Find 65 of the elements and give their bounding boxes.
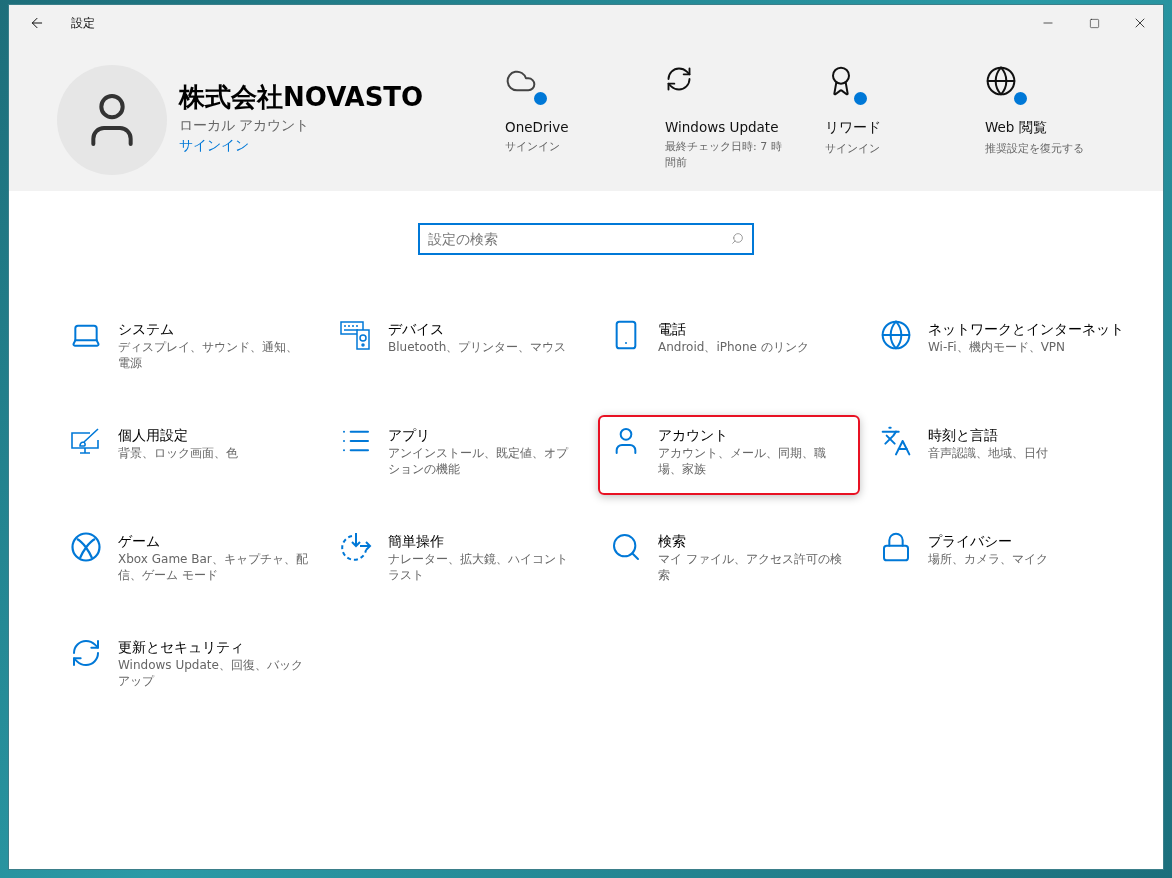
- category-title: 電話: [658, 320, 687, 339]
- window-title: 設定: [71, 14, 96, 32]
- category-item[interactable]: 更新とセキュリティ Windows Update、回復、バックアップ: [58, 627, 320, 707]
- shortcut-subtitle: サインイン: [825, 141, 881, 157]
- globe-icon[interactable]: [985, 65, 1017, 97]
- category-title: デバイス: [388, 320, 445, 339]
- category-item[interactable]: プライバシー 場所、カメラ、マイク: [868, 521, 1130, 601]
- category-item[interactable]: システム ディスプレイ、サウンド、通知、電源: [58, 309, 320, 389]
- lock-icon: [880, 531, 912, 563]
- category-title: アプリ: [388, 426, 431, 445]
- category-description: ナレーター、拡大鏡、ハイコントラスト: [388, 551, 569, 583]
- category-title: 更新とセキュリティ: [118, 638, 245, 657]
- refresh-icon: [70, 637, 102, 669]
- maximize-icon: [1088, 17, 1100, 29]
- category-description: Windows Update、回復、バックアップ: [118, 657, 304, 689]
- category-title: 検索: [658, 532, 687, 551]
- category-description: ディスプレイ、サウンド、通知、電源: [118, 339, 299, 371]
- shortcut-subtitle: 推奨設定を復元する: [985, 141, 1085, 157]
- category-description: 場所、カメラ、マイク: [928, 551, 1049, 567]
- shortcut-title[interactable]: Web 閲覧: [985, 119, 1047, 137]
- category-title: ネットワークとインターネット: [928, 320, 1124, 339]
- category-item[interactable]: アカウント アカウント、メール、同期、職場、家族: [598, 415, 860, 495]
- category-title: ゲーム: [118, 532, 161, 551]
- category-title: 時刻と言語: [928, 426, 999, 445]
- category-item[interactable]: デバイス Bluetooth、プリンター、マウス: [328, 309, 590, 389]
- category-item[interactable]: ゲーム Xbox Game Bar、キャプチャ、配信、ゲーム モード: [58, 521, 320, 601]
- category-title: 個人用設定: [118, 426, 189, 445]
- category-description: 音声認識、地域、日付: [928, 445, 1049, 461]
- category-title: システム: [118, 320, 175, 339]
- category-title: アカウント: [658, 426, 729, 445]
- category-item[interactable]: 時刻と言語 音声認識、地域、日付: [868, 415, 1130, 495]
- category-description: Xbox Game Bar、キャプチャ、配信、ゲーム モード: [118, 551, 308, 583]
- category-item[interactable]: アプリ アンインストール、既定値、オプションの機能: [328, 415, 590, 495]
- category-item[interactable]: 電話 Android、iPhone のリンク: [598, 309, 860, 389]
- refresh-icon[interactable]: [665, 65, 693, 93]
- account-type: ローカル アカウント: [179, 117, 310, 135]
- category-description: Bluetooth、プリンター、マウス: [388, 339, 568, 355]
- category-description: Wi-Fi、機内モード、VPN: [928, 339, 1067, 355]
- circle-cross-icon: [70, 531, 102, 563]
- shortcut-subtitle: サインイン: [505, 139, 561, 155]
- category-title: 簡単操作: [388, 532, 445, 551]
- category-description: アンインストール、既定値、オプションの機能: [388, 445, 570, 477]
- category-item[interactable]: ネットワークとインターネット Wi-Fi、機内モード、VPN: [868, 309, 1130, 389]
- category-description: アカウント、メール、同期、職場、家族: [658, 445, 827, 477]
- dashed-circle-arrow-icon: [340, 531, 372, 563]
- category-description: マイ ファイル、アクセス許可の検索: [658, 551, 843, 583]
- monitor-brush-icon: [70, 425, 102, 457]
- shortcut-title[interactable]: OneDrive: [505, 119, 569, 135]
- category-description: 背景、ロック画面、色: [118, 445, 239, 461]
- sign-in-link[interactable]: サインイン: [179, 137, 249, 155]
- account-name: 株式会社NOVASTO: [179, 81, 424, 114]
- category-title: プライバシー: [928, 532, 1013, 551]
- shortcut-title[interactable]: Windows Update: [665, 119, 779, 135]
- language-icon: [880, 425, 912, 457]
- category-item[interactable]: 検索 マイ ファイル、アクセス許可の検索: [598, 521, 860, 601]
- search-field[interactable]: 設定の検索: [418, 223, 754, 255]
- globe-icon: [880, 319, 912, 351]
- category-item[interactable]: 個人用設定 背景、ロック画面、色: [58, 415, 320, 495]
- category-item[interactable]: 簡単操作 ナレーター、拡大鏡、ハイコントラスト: [328, 521, 590, 601]
- search-icon: [610, 531, 642, 563]
- shortcut-title[interactable]: リワード: [825, 119, 881, 137]
- category-description: Android、iPhone のリンク: [658, 339, 810, 355]
- shortcut-subtitle: 最終チェック日時: 7 時間前: [665, 139, 783, 171]
- search-icon: [731, 232, 744, 245]
- keyboard-speaker-icon: [340, 319, 372, 351]
